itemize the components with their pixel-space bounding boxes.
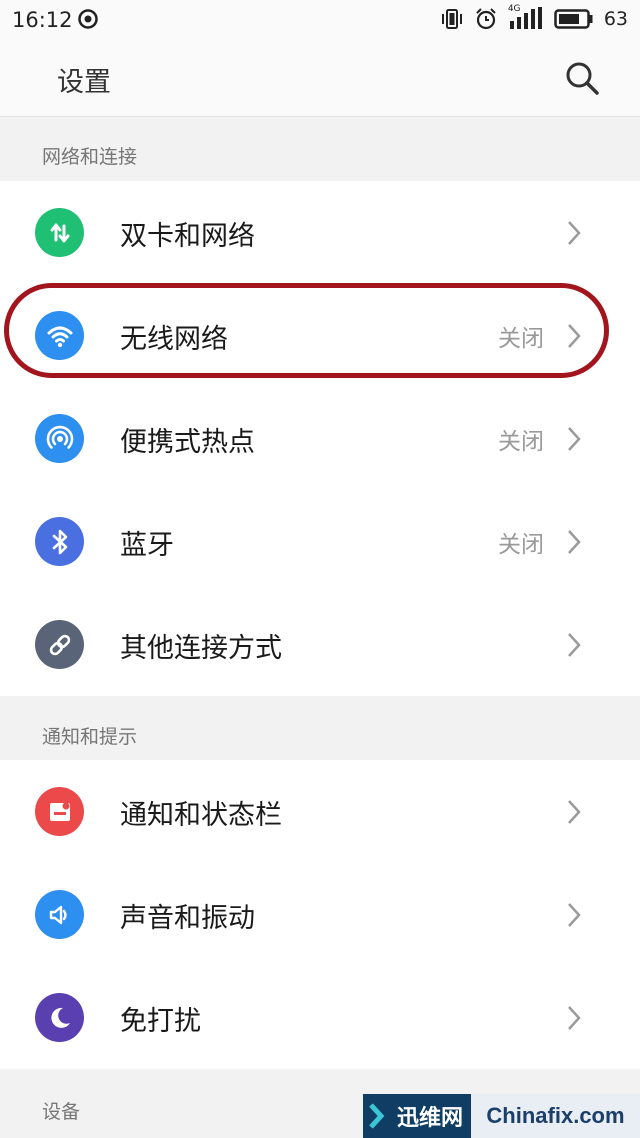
wifi-icon [35,311,84,360]
notification-icon [35,787,84,836]
watermark-left-text: 迅维网 [397,1106,464,1131]
hotspot-icon [35,414,84,463]
chevron-right-icon [568,1006,581,1030]
watermark: 迅维网 Chinafix.com [363,1094,640,1138]
settings-item-notifications[interactable]: 通知和状态栏 [0,760,640,863]
dual-sim-icon [35,208,84,257]
settings-item-status: 关闭 [498,429,544,455]
settings-item-hotspot[interactable]: 便携式热点 关闭 [0,387,640,490]
app-bar: 设置 [0,42,640,117]
chevron-right-icon [568,903,581,927]
settings-item-status: 关闭 [498,532,544,558]
settings-item-label: 蓝牙 [120,530,174,561]
settings-item-sound[interactable]: 声音和振动 [0,863,640,966]
section-title: 网络和连接 [42,146,138,168]
settings-item-other-connections[interactable]: 其他连接方式 [0,593,640,696]
moon-icon [35,993,84,1042]
link-icon [35,620,84,669]
watermark-logo-icon [369,1103,385,1129]
settings-item-label: 通知和状态栏 [120,800,282,831]
settings-item-bluetooth[interactable]: 蓝牙 关闭 [0,490,640,593]
status-time: 16:12 [12,8,73,32]
settings-group-notifications: 通知和状态栏 声音和振动 免打扰 [0,760,640,1069]
settings-item-label: 双卡和网络 [120,221,255,252]
chevron-right-icon [568,633,581,657]
chevron-right-icon [568,221,581,245]
settings-item-status: 关闭 [498,326,544,352]
settings-item-dual-sim[interactable]: 双卡和网络 [0,181,640,284]
vibrate-icon [441,9,462,29]
settings-item-wifi[interactable]: 无线网络 关闭 [0,284,640,387]
status-bar: 16:12 4G 63 [0,0,640,42]
settings-item-label: 便携式热点 [120,427,255,458]
section-title: 设备 [42,1101,81,1123]
settings-item-label: 免打扰 [120,1006,201,1037]
settings-item-label: 无线网络 [120,324,228,355]
page-title: 设置 [57,67,111,98]
section-header-network: 网络和连接 [0,117,640,181]
search-icon[interactable] [562,58,602,98]
alarm-icon [476,8,496,30]
chevron-right-icon [568,427,581,451]
chevron-right-icon [568,530,581,554]
settings-group-network: 双卡和网络 无线网络 关闭 便携式热点 关闭 蓝牙 关闭 其他连接方式 [0,181,640,696]
chevron-right-icon [568,800,581,824]
battery-icon [554,9,593,29]
sound-icon [35,890,84,939]
battery-percent: 63 [603,8,628,30]
chevron-right-icon [568,324,581,348]
settings-item-label: 声音和振动 [120,903,255,934]
bluetooth-icon [35,517,84,566]
do-not-disturb-status-icon [78,9,98,29]
settings-item-label: 其他连接方式 [120,633,282,664]
settings-item-do-not-disturb[interactable]: 免打扰 [0,966,640,1069]
signal-strength-icon: 4G [508,4,544,31]
section-title: 通知和提示 [42,726,138,748]
section-header-notifications: 通知和提示 [0,696,640,760]
watermark-right-text: Chinafix.com [486,1103,625,1128]
